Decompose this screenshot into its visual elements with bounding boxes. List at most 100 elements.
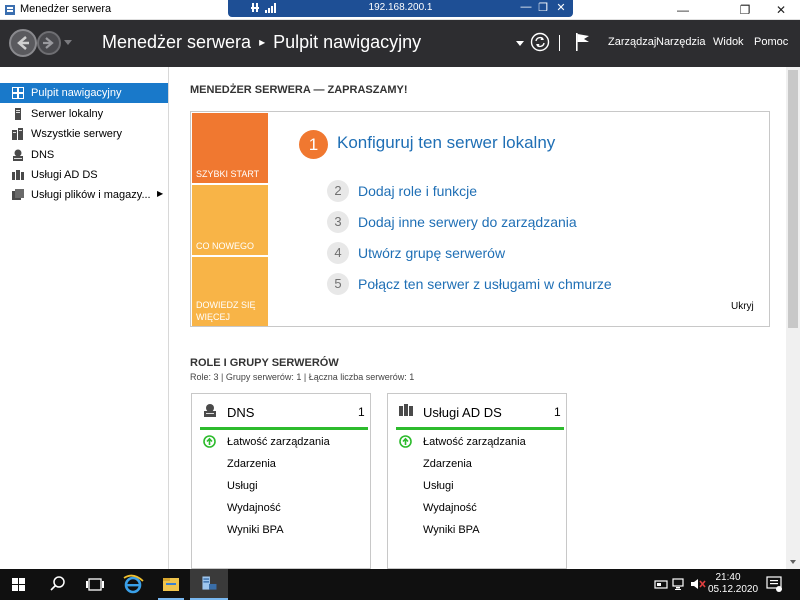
sidebar-item-label: Usługi plików i magazy... <box>31 189 151 201</box>
server-manager-app-icon <box>5 5 15 15</box>
remote-connection-bar: 192.168.200.1 — ❐ ✕ <box>228 0 573 17</box>
status-ok-icon <box>399 435 412 448</box>
main-scrollbar[interactable] <box>786 67 800 569</box>
role-card-count: 1 <box>358 405 365 419</box>
arrow-left-icon <box>17 36 29 50</box>
sidebar-item-label: Usługi AD DS <box>31 169 98 181</box>
sidebar: Pulpit nawigacyjny Serwer lokalny Wszyst… <box>0 67 169 569</box>
file-storage-icon <box>12 189 24 200</box>
file-explorer-icon[interactable] <box>152 569 190 600</box>
role-card-title[interactable]: DNS <box>227 405 254 420</box>
step-number: 2 <box>327 180 349 202</box>
history-dropdown-icon[interactable] <box>64 38 72 46</box>
menu-manage[interactable]: Zarządzaj <box>608 36 656 48</box>
notifications-flag-icon[interactable] <box>575 32 591 52</box>
taskbar: 21:40 05.12.2020 <box>0 569 800 600</box>
search-icon[interactable] <box>38 569 76 600</box>
step-link[interactable]: Konfiguruj ten serwer lokalny <box>337 133 555 153</box>
status-ok-icon <box>203 435 216 448</box>
window-title: Menedżer serwera <box>20 3 112 15</box>
role-row-bpa[interactable]: Wyniki BPA <box>423 524 480 536</box>
expand-arrow-icon[interactable]: ▶ <box>157 189 163 198</box>
refresh-dropdown-icon[interactable] <box>516 39 524 47</box>
menu-tools[interactable]: Narzędzia <box>656 36 706 48</box>
sidebar-item-local-server[interactable]: Serwer lokalny <box>0 104 168 124</box>
role-row-performance[interactable]: Wydajność <box>227 502 281 514</box>
breadcrumb-current: Pulpit nawigacyjny <box>273 32 422 52</box>
minimize-button[interactable]: — <box>660 0 706 20</box>
step-link[interactable]: Połącz ten serwer z usługami w chmurze <box>358 276 612 292</box>
servers-icon <box>12 128 23 140</box>
clock[interactable]: 21:40 05.12.2020 <box>708 572 759 596</box>
sidebar-item-label: Wszystkie serwery <box>31 128 123 140</box>
role-card-title[interactable]: Usługi AD DS <box>423 405 502 420</box>
scrollbar-thumb[interactable] <box>788 70 798 328</box>
remote-close-button[interactable]: ✕ <box>554 1 568 14</box>
dns-icon <box>204 404 216 417</box>
task-view-icon[interactable] <box>76 569 114 600</box>
back-button[interactable] <box>9 29 37 57</box>
status-bar <box>396 427 564 430</box>
ad-ds-icon <box>12 170 24 180</box>
sidebar-item-dns[interactable]: DNS <box>0 145 168 165</box>
volume-muted-icon[interactable] <box>690 577 706 591</box>
ad-ds-icon <box>399 404 413 416</box>
refresh-icon[interactable] <box>530 32 550 52</box>
sidebar-item-all-servers[interactable]: Wszystkie serwery <box>0 124 168 144</box>
roles-title: ROLE I GRUPY SERWERÓW <box>190 357 339 369</box>
role-card-ad-ds[interactable]: Usługi AD DS 1 Łatwość zarządzania Zdarz… <box>387 393 567 569</box>
header-divider <box>559 35 560 51</box>
role-row-services[interactable]: Usługi <box>423 480 454 492</box>
close-button[interactable]: ✕ <box>758 0 800 20</box>
tab-whats-new[interactable]: CO NOWEGO <box>192 185 268 255</box>
breadcrumb: Menedżer serwera ▸ Pulpit nawigacyjny <box>102 32 421 53</box>
step-link[interactable]: Dodaj role i funkcje <box>358 183 477 199</box>
sidebar-item-file-storage[interactable]: Usługi plików i magazy... ▶ <box>0 185 168 205</box>
step-number: 3 <box>327 211 349 233</box>
tab-quick-start[interactable]: SZYBKI START <box>192 113 268 183</box>
clock-date: 05.12.2020 <box>708 584 759 595</box>
role-row-events[interactable]: Zdarzenia <box>227 458 276 470</box>
step-link[interactable]: Utwórz grupę serwerów <box>358 245 505 261</box>
hide-link[interactable]: Ukryj <box>731 301 754 312</box>
status-bar <box>200 427 368 430</box>
tab-learn-more[interactable]: DOWIEDZ SIĘ WIĘCEJ <box>192 257 268 326</box>
forward-button[interactable] <box>37 31 61 55</box>
clock-time: 21:40 <box>715 572 741 583</box>
role-row-manageability[interactable]: Łatwość zarządzania <box>227 436 330 448</box>
step-number: 4 <box>327 242 349 264</box>
role-row-services[interactable]: Usługi <box>227 480 258 492</box>
action-center-icon[interactable] <box>766 576 782 592</box>
dashboard-icon <box>12 87 24 99</box>
breadcrumb-separator: ▸ <box>259 35 266 49</box>
role-card-count: 1 <box>554 405 561 419</box>
sidebar-item-label: Serwer lokalny <box>31 108 104 120</box>
breadcrumb-app[interactable]: Menedżer serwera <box>102 32 251 52</box>
arrow-right-icon <box>43 37 54 49</box>
dns-icon <box>13 149 23 161</box>
start-button[interactable] <box>0 569 38 600</box>
remote-minimize-button[interactable]: — <box>519 1 533 13</box>
remote-restore-button[interactable]: ❐ <box>536 1 550 14</box>
role-row-manageability[interactable]: Łatwość zarządzania <box>423 436 526 448</box>
server-manager-taskbar-icon[interactable] <box>190 569 228 600</box>
role-row-events[interactable]: Zdarzenia <box>423 458 472 470</box>
scroll-down-icon[interactable] <box>786 556 800 568</box>
network-icon[interactable] <box>672 577 686 591</box>
role-card-dns[interactable]: DNS 1 Łatwość zarządzania Zdarzenia Usłu… <box>191 393 371 569</box>
internet-explorer-icon[interactable] <box>114 569 152 600</box>
people-tray-icon[interactable] <box>654 577 668 591</box>
sidebar-item-label: Pulpit nawigacyjny <box>31 87 122 99</box>
step-link[interactable]: Dodaj inne serwery do zarządzania <box>358 214 577 230</box>
role-row-bpa[interactable]: Wyniki BPA <box>227 524 284 536</box>
sidebar-item-label: DNS <box>31 149 55 161</box>
quick-start-panel: SZYBKI START CO NOWEGO DOWIEDZ SIĘ WIĘCEJ… <box>190 111 770 327</box>
sidebar-item-dashboard[interactable]: Pulpit nawigacyjny <box>0 83 168 103</box>
step-number: 5 <box>327 273 349 295</box>
welcome-title: MENEDŻER SERWERA — ZAPRASZAMY! <box>190 84 408 96</box>
menu-help[interactable]: Pomoc <box>754 36 788 48</box>
role-row-performance[interactable]: Wydajność <box>423 502 477 514</box>
sidebar-item-ad-ds[interactable]: Usługi AD DS <box>0 165 168 185</box>
menu-view[interactable]: Widok <box>713 36 744 48</box>
server-icon <box>15 108 21 120</box>
